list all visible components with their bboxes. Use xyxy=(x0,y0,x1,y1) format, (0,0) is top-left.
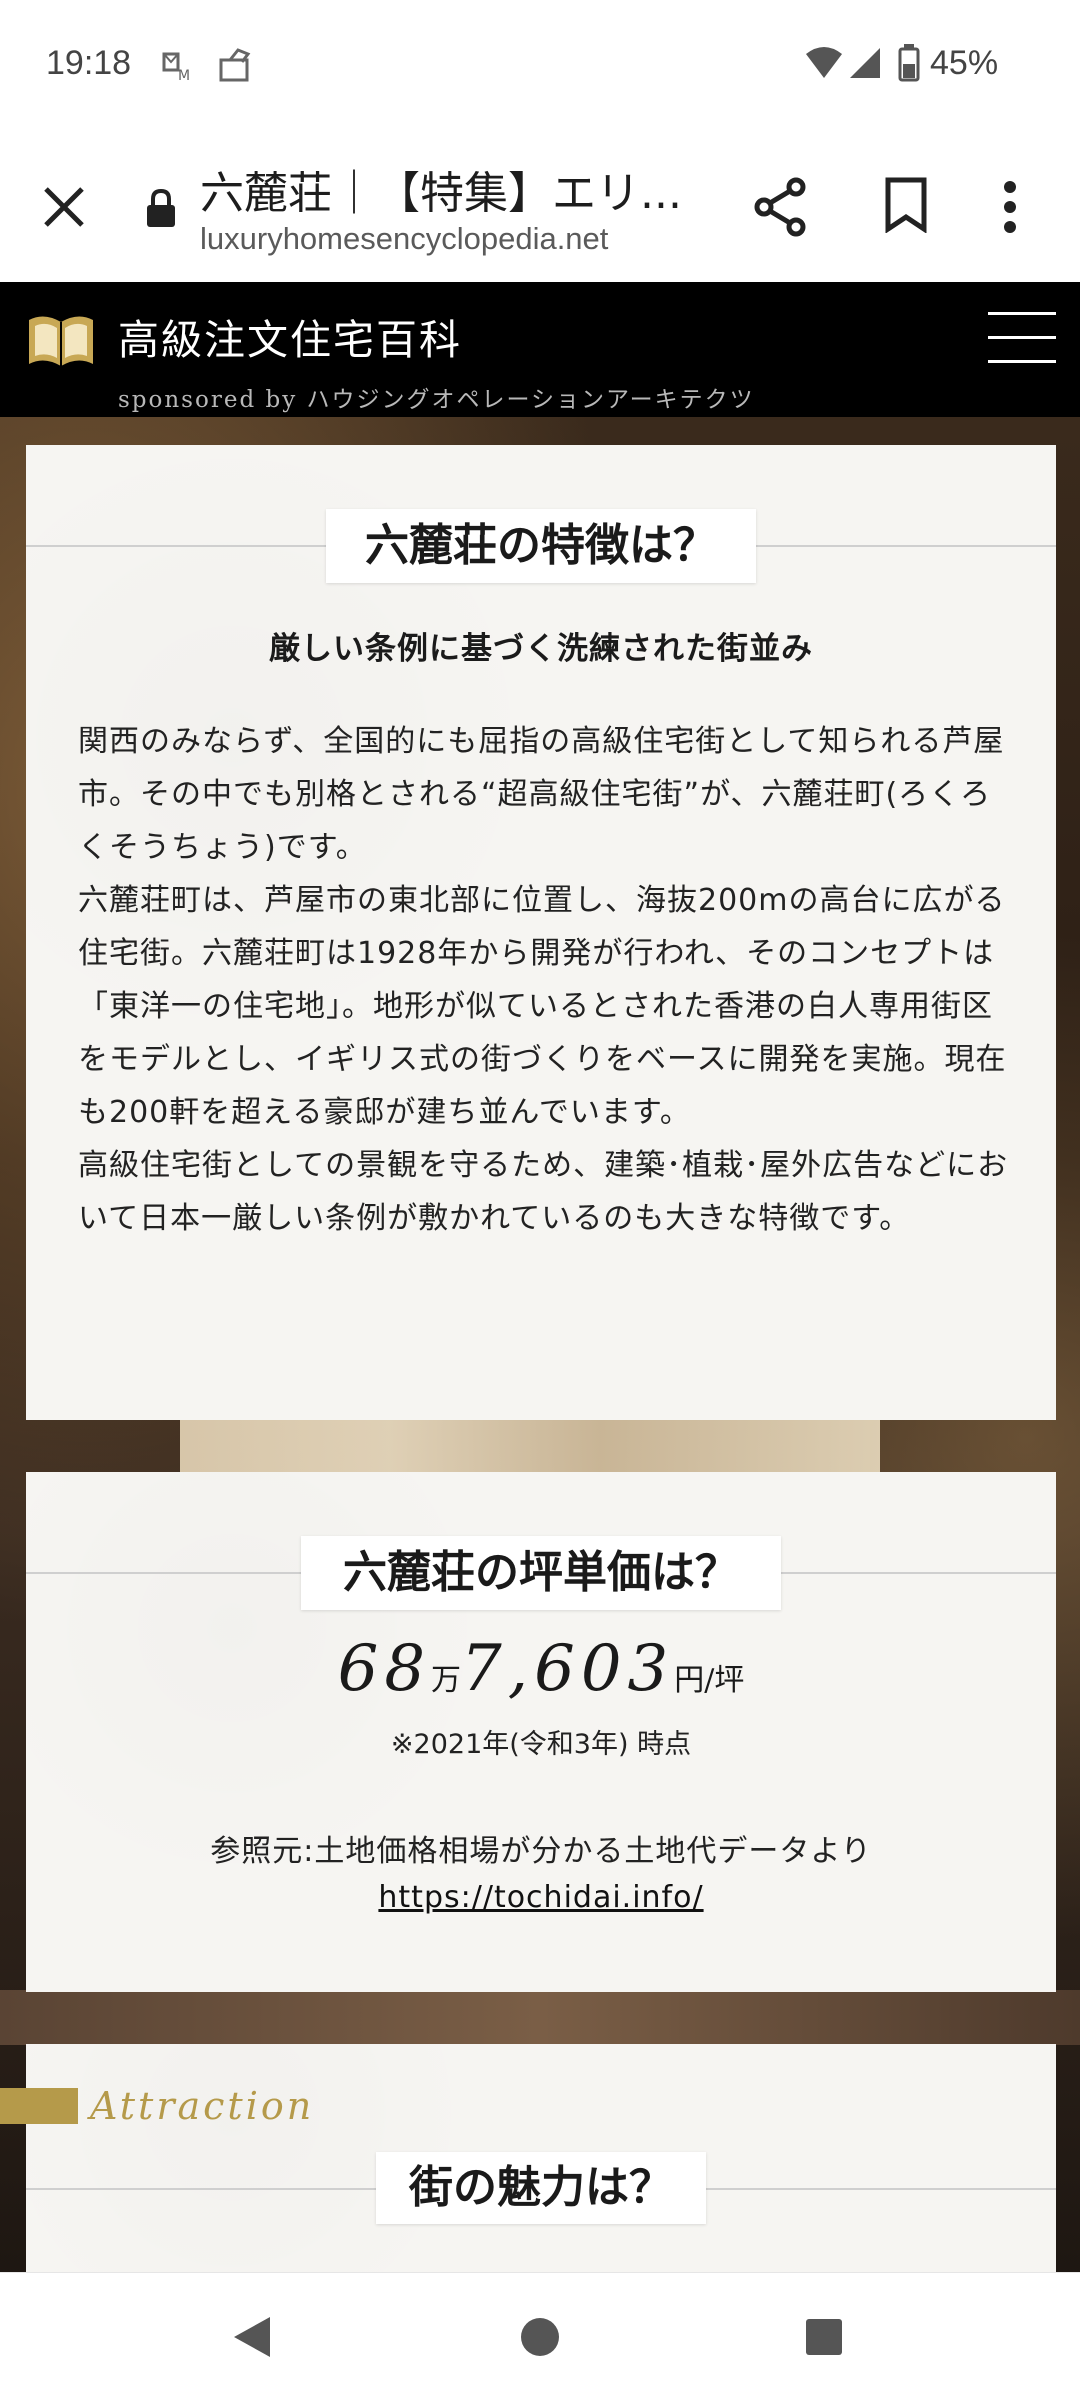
page-title[interactable]: 六麓荘｜【特集】エリ... xyxy=(200,157,682,221)
site-header: 高級注文住宅百科 sponsored by ハウジングオペレーションアーキテクツ xyxy=(0,282,1080,417)
price-yen-unit: 円/坪 xyxy=(674,1663,745,1698)
price-section: 六麓荘の坪単価は？ 68万7,603円/坪 ※2021年(令和3年) 時点 参照… xyxy=(26,1472,1056,1992)
price-man-unit: 万 xyxy=(431,1663,462,1698)
attraction-section: Attraction 街の魅力は？ xyxy=(0,2044,1056,2274)
reference-text: 参照元:土地価格相場が分かる土地代データより xyxy=(210,1834,872,1869)
price-value: 68万7,603円/坪 xyxy=(26,1632,1056,1706)
attraction-label: Attraction xyxy=(90,2084,315,2128)
battery-percentage: 45% xyxy=(930,44,999,82)
background-window xyxy=(180,1420,880,1475)
back-icon[interactable] xyxy=(230,2313,274,2365)
hamburger-line xyxy=(988,312,1056,315)
share-icon[interactable] xyxy=(752,177,808,241)
lock-icon[interactable] xyxy=(146,188,176,231)
features-subheading: 厳しい条例に基づく洗練された街並み xyxy=(269,631,813,667)
system-nav-bar xyxy=(0,2272,1080,2400)
hamburger-line xyxy=(988,336,1056,339)
battery-icon xyxy=(898,44,920,86)
more-vert-icon[interactable] xyxy=(1002,179,1018,239)
close-icon[interactable] xyxy=(38,181,90,233)
voicemail-icon: M xyxy=(160,48,194,86)
background-floor xyxy=(0,1990,1080,2045)
recents-icon[interactable] xyxy=(802,2313,846,2365)
home-icon[interactable] xyxy=(518,2313,562,2365)
attraction-heading: 街の魅力は？ xyxy=(376,2152,706,2224)
browser-toolbar: 六麓荘｜【特集】エリ... luxuryhomesencyclopedia.ne… xyxy=(0,133,1080,282)
attraction-accent-bar xyxy=(0,2088,78,2124)
wifi-icon xyxy=(804,46,844,84)
book-logo-icon[interactable] xyxy=(26,310,96,374)
features-body: 関西のみならず、全国的にも屈指の高級住宅街として知られる芦屋市。その中でも別格と… xyxy=(78,715,1018,1245)
svg-text:M: M xyxy=(178,68,190,82)
status-bar: 19:18 M 45% xyxy=(0,0,1080,133)
price-rest-value: 7,603 xyxy=(461,1632,675,1706)
price-man-value: 68 xyxy=(337,1632,432,1706)
hamburger-line xyxy=(988,360,1056,363)
price-note: ※2021年(令和3年) 時点 xyxy=(390,1729,692,1760)
notification-icon xyxy=(218,48,256,86)
bookmark-icon[interactable] xyxy=(884,177,928,237)
url-text[interactable]: luxuryhomesencyclopedia.net xyxy=(200,221,608,257)
price-heading: 六麓荘の坪単価は？ xyxy=(301,1536,781,1610)
features-paragraph: 関西のみならず、全国的にも屈指の高級住宅街として知られる芦屋市。その中でも別格と… xyxy=(78,724,1005,865)
status-time: 19:18 xyxy=(46,44,132,82)
features-heading: 六麓荘の特徴は？ xyxy=(326,509,756,583)
signal-icon xyxy=(848,46,882,84)
site-title[interactable]: 高級注文住宅百科 xyxy=(118,306,462,366)
reference-link[interactable]: https://tochidai.info/ xyxy=(26,1880,1056,1915)
features-section: 六麓荘の特徴は？ 厳しい条例に基づく洗練された街並み 関西のみならず、全国的にも… xyxy=(26,445,1056,1420)
features-paragraph: 高級住宅街としての景観を守るため、建築･植栽･屋外広告などにおいて日本一厳しい条… xyxy=(78,1148,1009,1236)
hamburger-menu-icon[interactable] xyxy=(988,310,1056,366)
site-sponsor: sponsored by ハウジングオペレーションアーキテクツ xyxy=(118,387,755,413)
features-paragraph: 六麓荘町は、芦屋市の東北部に位置し、海抜200mの高台に広がる住宅街。六麓荘町は… xyxy=(78,883,1007,1130)
